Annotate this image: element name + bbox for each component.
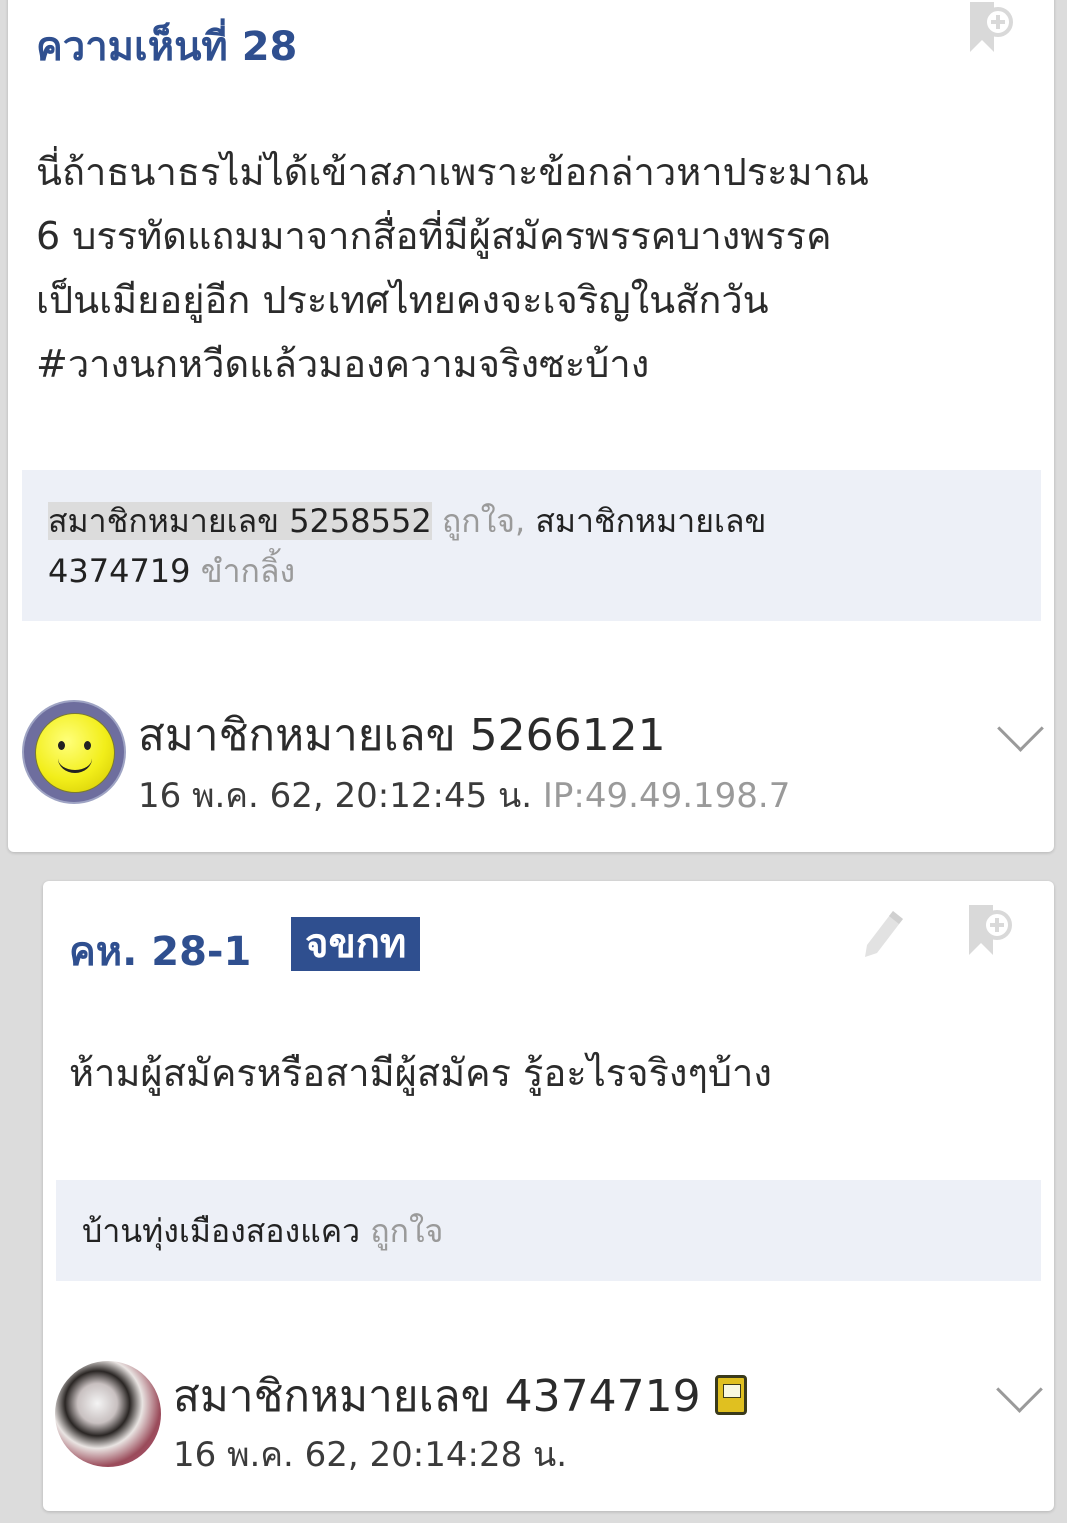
reaction-member-link[interactable]: บ้านทุ่งเมืองสองแคว: [82, 1212, 360, 1250]
pencil-edit-icon[interactable]: [863, 905, 907, 961]
author-name[interactable]: สมาชิกหมายเลข 5266121: [138, 700, 666, 770]
reaction-type: ถูกใจ,: [441, 502, 526, 540]
reaction-type: ถูกใจ: [370, 1212, 444, 1250]
reaction-type: ขำกลิ้ง: [200, 552, 296, 590]
comment-card: ความเห็นที่ 28 นี่ถ้าธนาธรไม่ได้เข้าสภาเ…: [8, 0, 1054, 852]
bookmark-add-icon[interactable]: [966, 0, 1014, 56]
reaction-member-link[interactable]: สมาชิกหมายเลข 5258552: [48, 502, 432, 540]
comment-body: นี่ถ้าธนาธรไม่ได้เข้าสภาเพราะข้อกล่าวหาป…: [36, 140, 1026, 396]
author-name[interactable]: สมาชิกหมายเลข 4374719: [173, 1361, 747, 1431]
mobile-phone-icon: [714, 1375, 747, 1415]
avatar[interactable]: [22, 700, 126, 804]
post-meta: 16 พ.ค. 62, 20:14:28 น.: [173, 1427, 567, 1481]
ip-address: IP:49.49.198.7: [542, 776, 791, 816]
reaction-member-id[interactable]: 4374719: [48, 552, 191, 590]
reply-body: ห้ามผู้สมัครหรือสามีผู้สมัคร รู้อะไรจริง…: [69, 1051, 772, 1095]
comment-body-line: นี่ถ้าธนาธรไม่ได้เข้าสภาเพราะข้อกล่าวหาป…: [36, 150, 870, 194]
puppy-avatar-icon[interactable]: [55, 1361, 161, 1467]
owner-badge: จขกท: [291, 917, 421, 971]
chevron-down-icon[interactable]: [997, 705, 1044, 752]
post-meta: 16 พ.ค. 62, 20:12:45 น. IP:49.49.198.7: [138, 768, 790, 822]
reaction-box: บ้านทุ่งเมืองสองแคว ถูกใจ: [56, 1180, 1041, 1281]
author-name-text: สมาชิกหมายเลข 4374719: [173, 1371, 701, 1422]
comment-body-line: #วางนกหวีดแล้วมองความจริงซะบ้าง: [36, 342, 650, 386]
smiley-avatar-icon: [35, 713, 115, 793]
reply-title: คห. 28-1: [69, 929, 252, 975]
bookmark-add-icon[interactable]: [965, 903, 1013, 959]
reaction-member-link[interactable]: สมาชิกหมายเลข: [535, 502, 766, 540]
chevron-down-icon[interactable]: [996, 1366, 1043, 1413]
timestamp: 16 พ.ค. 62, 20:14:28 น.: [173, 1435, 568, 1475]
comment-title: ความเห็นที่ 28: [36, 24, 298, 70]
comment-body-line: 6 บรรทัดแถมมาจากสื่อที่มีผู้สมัครพรรคบาง…: [36, 214, 832, 258]
timestamp: 16 พ.ค. 62, 20:12:45 น.: [138, 776, 533, 816]
comment-body-line: เป็นเมียอยู่อีก ประเทศไทยคงจะเจริญในสักว…: [36, 278, 769, 322]
reply-card: คห. 28-1 จขกท ห้ามผู้สมัครหรือสามีผู้สมั…: [43, 881, 1054, 1511]
reaction-box: สมาชิกหมายเลข 5258552 ถูกใจ, สมาชิกหมายเ…: [22, 470, 1041, 621]
